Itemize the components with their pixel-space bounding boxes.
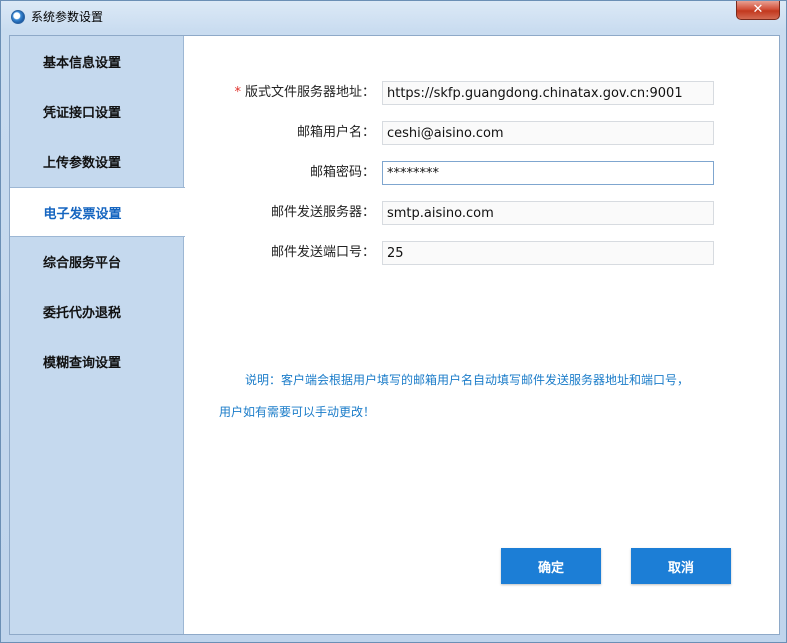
- smtp-port-label: 邮件发送端口号：: [270, 245, 375, 260]
- sidebar-item-basic-info[interactable]: 基本信息设置: [10, 36, 184, 86]
- sidebar-item-fuzzy-query[interactable]: 模糊查询设置: [10, 336, 184, 386]
- help-note-line2: 用户如有需要可以手动更改！: [219, 405, 376, 419]
- sidebar-item-e-invoice[interactable]: 电子发票设置: [10, 187, 185, 237]
- confirm-button[interactable]: 确定: [501, 548, 601, 584]
- app-logo-icon: [11, 10, 25, 24]
- email-username-input[interactable]: [382, 121, 714, 145]
- sidebar: 基本信息设置 凭证接口设置 上传参数设置 电子发票设置 综合服务平台 委托代办退…: [10, 36, 185, 634]
- help-note-line1: 说明：客户端会根据用户填写的邮箱用户名自动填写邮件发送服务器地址和端口号，: [245, 373, 690, 387]
- dialog-body: 基本信息设置 凭证接口设置 上传参数设置 电子发票设置 综合服务平台 委托代办退…: [9, 35, 780, 635]
- email-password-input[interactable]: [382, 161, 714, 185]
- settings-content: *版式文件服务器地址： 邮箱用户名： 邮箱密码： 邮件发送服务器： 邮件发送端口…: [185, 36, 779, 634]
- window-title: 系统参数设置: [31, 10, 104, 24]
- smtp-server-label: 邮件发送服务器：: [270, 205, 375, 220]
- smtp-server-input[interactable]: [382, 201, 714, 225]
- sidebar-item-upload-params[interactable]: 上传参数设置: [10, 136, 184, 186]
- required-mark: *: [234, 85, 241, 100]
- server-address-label: * 版式文件服务器地址：: [175, 81, 375, 105]
- title-bar[interactable]: 系统参数设置 ✕: [1, 1, 786, 33]
- close-icon[interactable]: ✕: [736, 1, 780, 20]
- server-address-input[interactable]: [382, 81, 714, 105]
- smtp-port-input[interactable]: [382, 241, 714, 265]
- email-username-label: 邮箱用户名：: [296, 125, 375, 140]
- email-password-label: 邮箱密码：: [309, 165, 375, 180]
- settings-window: 系统参数设置 ✕ 基本信息设置 凭证接口设置 上传参数设置 电子发票设置 综合服…: [0, 0, 787, 643]
- server-address-label-text: 版式文件服务器地址：: [244, 85, 375, 100]
- sidebar-item-service-platform[interactable]: 综合服务平台: [10, 236, 184, 286]
- cancel-button[interactable]: 取消: [631, 548, 731, 584]
- sidebar-item-voucher-interface[interactable]: 凭证接口设置: [10, 86, 184, 136]
- sidebar-item-tax-refund[interactable]: 委托代办退税: [10, 286, 184, 336]
